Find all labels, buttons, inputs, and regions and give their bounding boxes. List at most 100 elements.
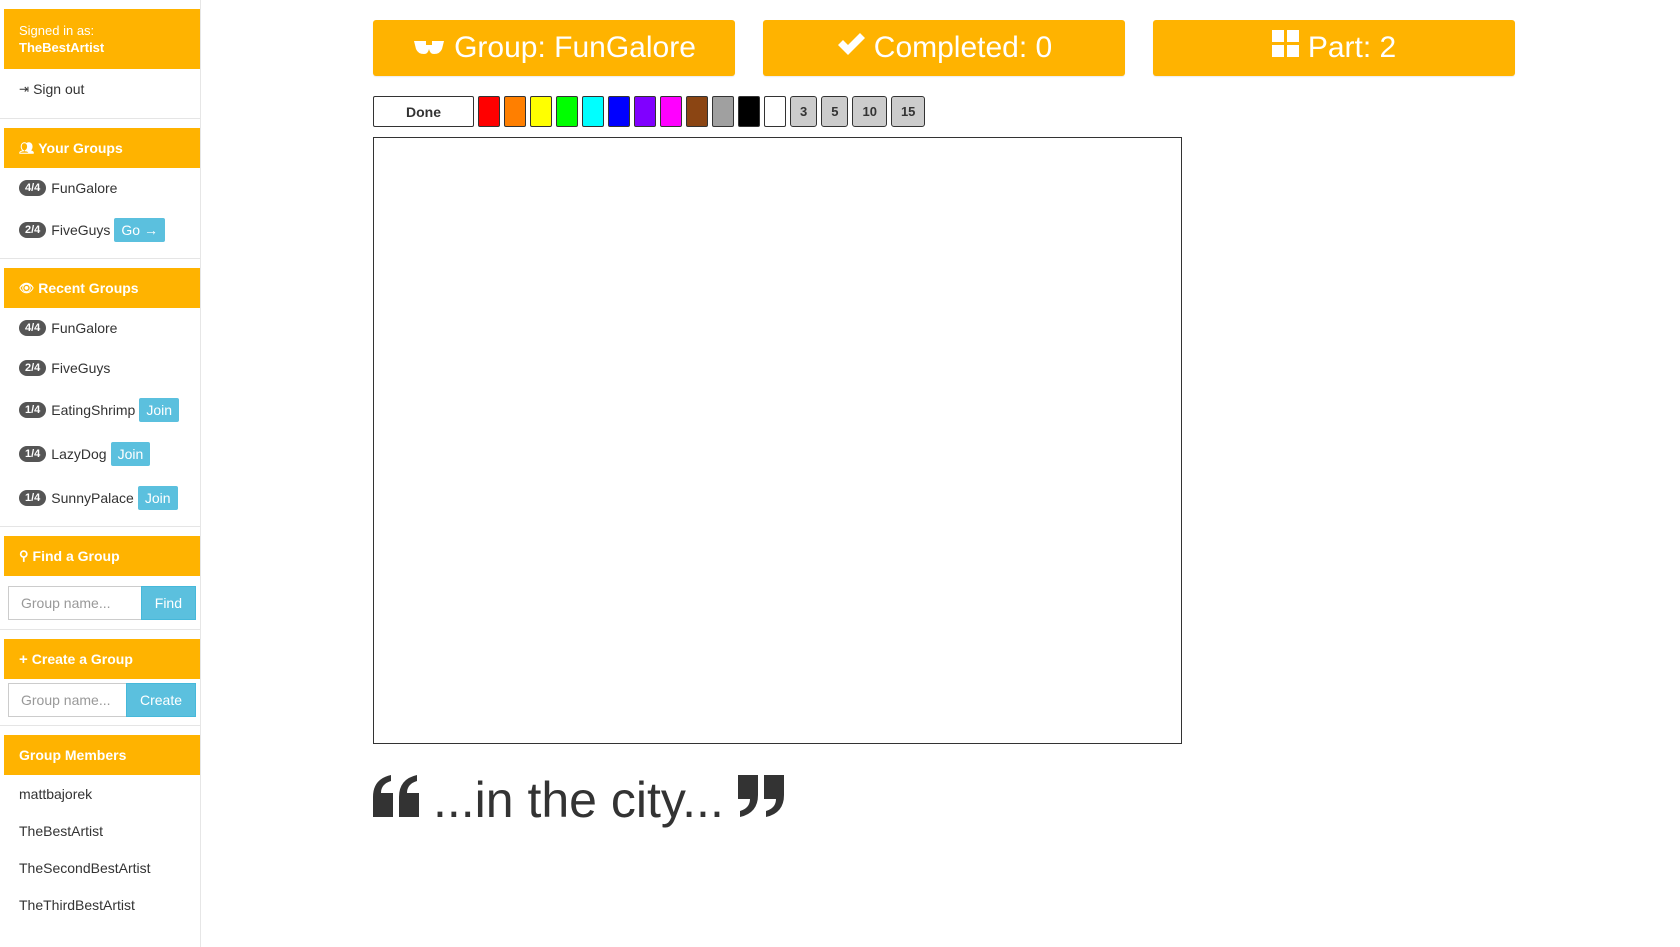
- create-group-form: Create: [8, 683, 196, 717]
- sign-out-link[interactable]: ⇥ Sign out: [0, 69, 200, 109]
- color-swatch[interactable]: [478, 96, 500, 127]
- check-icon: [836, 31, 866, 65]
- group-members-title: Group Members: [19, 747, 127, 763]
- group-item[interactable]: 1/4 LazyDog Join: [0, 432, 200, 476]
- join-button[interactable]: Join: [139, 398, 180, 422]
- quote-close-icon: [737, 771, 784, 829]
- prompt-text: ...in the city...: [433, 772, 724, 828]
- group-name: FunGalore: [51, 180, 118, 196]
- member-count-badge: 1/4: [19, 490, 47, 506]
- group-info-box: Group: FunGalore: [373, 20, 735, 76]
- plus-icon: +: [19, 650, 28, 668]
- recent-groups-header: 👁︎ Recent Groups: [4, 268, 200, 308]
- group-name: EatingShrimp: [51, 402, 136, 418]
- color-swatch[interactable]: [712, 96, 734, 127]
- create-button[interactable]: Create: [125, 683, 196, 717]
- find-group-form: Find: [8, 586, 196, 620]
- action-label: Join: [146, 402, 173, 418]
- group-name: FiveGuys: [51, 222, 111, 238]
- color-swatch[interactable]: [660, 96, 682, 127]
- group-item[interactable]: 4/4 FunGalore: [0, 168, 200, 208]
- members-list: mattbajorek TheBestArtist TheSecondBestArt…: [0, 775, 200, 923]
- find-group-input[interactable]: [8, 586, 141, 620]
- find-group-title: Find a Group: [32, 548, 120, 564]
- recent-groups-list: 4/4 FunGalore 2/4 FiveGuys 1/4 EatingShrimp Jo…: [0, 308, 200, 520]
- find-group-header: ⚲ Find a Group: [4, 536, 200, 576]
- eye-icon: 👁︎: [19, 281, 35, 295]
- color-swatch[interactable]: [686, 96, 708, 127]
- color-swatch[interactable]: [608, 96, 630, 127]
- your-groups-header: 👥︎ Your Groups: [4, 128, 200, 168]
- divider: [0, 118, 200, 119]
- brush-size-button[interactable]: 5: [821, 96, 849, 127]
- group-item[interactable]: 4/4 FunGalore: [0, 308, 200, 348]
- group-item[interactable]: 2/4 FiveGuys Go →: [0, 208, 200, 252]
- color-swatch[interactable]: [634, 96, 656, 127]
- brush-size-button[interactable]: 10: [852, 96, 887, 127]
- your-groups-title: Your Groups: [38, 140, 123, 156]
- brush-size-button[interactable]: 15: [890, 96, 926, 127]
- create-group-header: + Create a Group: [4, 639, 200, 679]
- sign-out-label: Sign out: [33, 81, 85, 97]
- completed-info-box: Completed: 0: [763, 20, 1125, 76]
- glasses-icon: [412, 31, 446, 65]
- member-count-badge: 4/4: [19, 180, 47, 196]
- divider: [0, 258, 200, 259]
- group-name: FiveGuys: [51, 360, 111, 376]
- member-count-badge: 2/4: [19, 222, 47, 238]
- group-item[interactable]: 1/4 SunnyPalace Join: [0, 476, 200, 520]
- users-icon: 👥︎: [19, 141, 35, 155]
- group-item[interactable]: 2/4 FiveGuys: [0, 348, 200, 388]
- sign-out-icon: ⇥: [19, 82, 30, 96]
- find-button[interactable]: Find: [140, 586, 196, 620]
- divider: [0, 725, 200, 726]
- drawing-canvas[interactable]: [373, 137, 1182, 744]
- color-swatch[interactable]: [764, 96, 786, 127]
- create-group-title: Create a Group: [31, 651, 133, 667]
- action-label: Join: [117, 446, 144, 462]
- brush-size-button[interactable]: 3: [790, 96, 818, 127]
- signed-in-header: Signed in as: TheBestArtist: [4, 9, 200, 69]
- member-count-badge: 2/4: [19, 360, 47, 376]
- create-group-input[interactable]: [8, 683, 126, 717]
- group-name: LazyDog: [51, 446, 107, 462]
- recent-groups-title: Recent Groups: [38, 280, 139, 296]
- divider: [0, 526, 200, 527]
- username: TheBestArtist: [19, 40, 105, 55]
- part-label: Part: 2: [1307, 31, 1397, 64]
- group-members-header: Group Members: [4, 735, 200, 775]
- arrow-right-icon: →: [140, 222, 158, 238]
- member-count-badge: 1/4: [19, 402, 47, 418]
- sidebar: Signed in as: TheBestArtist ⇥ Sign out 👥…: [0, 0, 201, 947]
- part-info-box: Part: 2: [1153, 20, 1515, 76]
- color-swatch[interactable]: [530, 96, 552, 127]
- color-swatch[interactable]: [582, 96, 604, 127]
- join-button[interactable]: Join: [137, 486, 178, 510]
- grid-icon: [1271, 30, 1300, 66]
- divider: [0, 629, 200, 630]
- member-item: mattbajorek: [19, 785, 93, 802]
- color-swatch[interactable]: [738, 96, 760, 127]
- color-swatch[interactable]: [504, 96, 526, 127]
- action-label: Go: [121, 222, 141, 238]
- group-name: FunGalore: [51, 320, 118, 336]
- action-label: Join: [144, 490, 171, 506]
- completed-label: Completed: 0: [873, 31, 1053, 64]
- go-button[interactable]: Go →: [114, 218, 165, 242]
- member-item: TheSecondBestArtist: [19, 859, 151, 876]
- group-name: SunnyPalace: [51, 490, 134, 506]
- color-swatch[interactable]: [556, 96, 578, 127]
- member-count-badge: 1/4: [19, 446, 47, 462]
- join-button[interactable]: Join: [110, 442, 151, 466]
- group-name-label: Group: FunGalore: [454, 31, 696, 64]
- drawing-toolbar: Done 3 5 10 15: [373, 96, 929, 127]
- signed-in-label: Signed in as:: [19, 23, 95, 38]
- member-item: TheBestArtist: [19, 822, 104, 839]
- member-item: TheThirdBestArtist: [19, 896, 135, 913]
- prompt-quote: ...in the city...: [373, 770, 784, 830]
- group-item[interactable]: 1/4 EatingShrimp Join: [0, 388, 200, 432]
- search-icon: ⚲: [19, 548, 29, 563]
- quote-open-icon: [373, 771, 419, 829]
- member-count-badge: 4/4: [19, 320, 47, 336]
- done-button[interactable]: Done: [373, 96, 474, 127]
